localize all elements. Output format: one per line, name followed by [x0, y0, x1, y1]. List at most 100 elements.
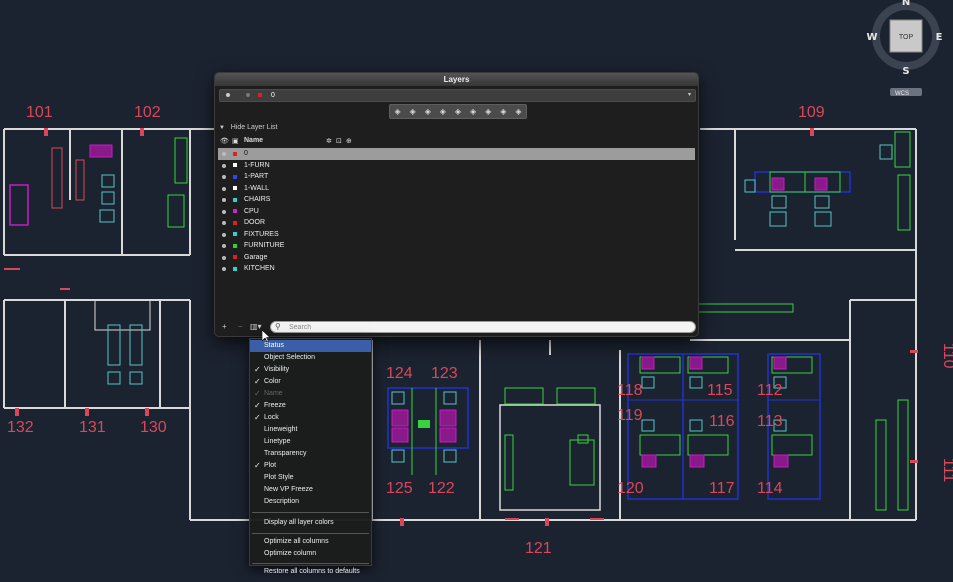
unisolate-icon[interactable]: ◈ — [483, 107, 493, 117]
layer-row[interactable]: FURNITURE — [218, 240, 695, 252]
compass-north[interactable]: N — [902, 0, 910, 8]
menu-item-lock[interactable]: ✓ Lock — [250, 412, 371, 424]
search-input[interactable] — [289, 322, 689, 332]
layer-row[interactable]: CPU — [218, 206, 695, 218]
layer-row[interactable]: KITCHEN — [218, 263, 695, 275]
layer-color-swatch[interactable] — [233, 186, 237, 190]
layer-color-swatch[interactable] — [233, 232, 237, 236]
layer-row[interactable]: FIXTURES — [218, 229, 695, 241]
layer-color-swatch[interactable] — [233, 174, 237, 179]
room-number-121: 121 — [525, 540, 552, 557]
set-current-icon[interactable]: ◈ — [438, 107, 448, 117]
layer-states-icon[interactable]: ◈ — [453, 107, 463, 117]
layer-name: 1-PART — [244, 173, 269, 180]
new-vp-frozen-icon[interactable]: ◈ — [408, 107, 418, 117]
menu-item-optimize-all-columns[interactable]: Optimize all columns — [250, 536, 371, 548]
menu-item-new-vp-freeze[interactable]: New VP Freeze — [250, 484, 371, 496]
menu-item-label: Restore all columns to defaults — [264, 568, 360, 575]
layer-name: 1-WALL — [244, 184, 270, 192]
menu-item-restore-defaults[interactable]: Restore all columns to defaults — [250, 566, 371, 578]
menu-item-lineweight[interactable]: Lineweight — [250, 424, 371, 436]
layer-row[interactable]: 1-PART — [218, 171, 695, 183]
layer-color-swatch — [258, 93, 262, 97]
color-column-icon[interactable]: ▣ — [232, 137, 239, 145]
layer-color-swatch[interactable] — [233, 151, 237, 156]
layer-row[interactable]: 0 — [218, 148, 695, 160]
compass-east[interactable]: E — [936, 32, 943, 43]
room-number-117: 117 — [709, 480, 735, 497]
checkmark-icon: ✓ — [254, 461, 261, 470]
layer-color-swatch[interactable] — [233, 209, 237, 213]
isolate-icon[interactable]: ◈ — [468, 107, 478, 117]
columns-menu-icon[interactable]: ▥▾ — [250, 322, 262, 332]
layer-color-swatch[interactable] — [233, 220, 237, 225]
menu-item-description[interactable]: Description — [250, 496, 371, 508]
menu-item-plot[interactable]: ✓ Plot — [250, 460, 371, 472]
room-number-114: 114 — [757, 480, 783, 497]
room-number-113: 113 — [757, 413, 783, 430]
walk-icon[interactable]: ◈ — [513, 107, 523, 117]
visibility-icon[interactable] — [222, 255, 226, 260]
layer-color-swatch[interactable] — [233, 197, 237, 202]
new-layer-icon[interactable]: ◈ — [393, 107, 403, 117]
visibility-icon[interactable] — [222, 152, 226, 156]
room-number-109: 109 — [798, 104, 825, 121]
freeze-column-icon[interactable]: ✲ — [326, 137, 332, 145]
menu-item-transparency[interactable]: Transparency — [250, 448, 371, 460]
remove-layer-button[interactable]: − — [238, 322, 243, 332]
menu-item-name[interactable]: ✓ Name — [250, 388, 371, 400]
visibility-icon[interactable] — [222, 163, 226, 168]
freeze-icon — [246, 93, 250, 97]
visibility-icon[interactable] — [222, 175, 226, 179]
menu-item-linetype[interactable]: Linetype — [250, 436, 371, 448]
lock-column-icon[interactable]: ⊡ — [336, 137, 342, 145]
visibility-icon[interactable] — [222, 221, 226, 225]
layer-row[interactable]: 1-WALL — [218, 183, 695, 195]
compass-south[interactable]: S — [902, 66, 909, 77]
visibility-icon — [226, 93, 230, 97]
checkmark-icon: ✓ — [254, 365, 261, 374]
current-layer-dropdown[interactable]: 0 ▾ — [219, 89, 696, 102]
room-number-102: 102 — [134, 104, 161, 121]
menu-item-visibility[interactable]: ✓ Visibility — [250, 364, 371, 376]
room-number-112: 112 — [757, 382, 783, 399]
menu-item-object-selection[interactable]: Object Selection — [250, 352, 371, 364]
menu-item-display-all-layer-colors[interactable]: Display all layer colors — [250, 517, 371, 529]
menu-item-freeze[interactable]: ✓ Freeze — [250, 400, 371, 412]
layer-row[interactable]: Garage — [218, 252, 695, 264]
menu-item-plot-style[interactable]: Plot Style — [250, 472, 371, 484]
layer-color-swatch[interactable] — [233, 266, 237, 271]
layer-row[interactable]: DOOR — [218, 217, 695, 229]
search-field[interactable]: ⚲ — [270, 321, 696, 333]
visibility-icon[interactable] — [222, 186, 226, 191]
menu-item-label: Transparency — [264, 450, 307, 457]
checkmark-icon: ✓ — [254, 377, 261, 386]
layer-color-swatch[interactable] — [233, 243, 237, 248]
visibility-icon[interactable] — [222, 267, 226, 271]
visibility-icon[interactable] — [222, 232, 226, 237]
visibility-icon[interactable] — [222, 198, 226, 202]
layer-row[interactable]: 1-FURN — [218, 160, 695, 172]
room-number-119: 119 — [617, 407, 643, 424]
menu-item-label: Display all layer colors — [264, 519, 334, 526]
layer-color-swatch[interactable] — [233, 163, 237, 167]
visibility-icon[interactable] — [222, 209, 226, 214]
compass-west[interactable]: W — [866, 32, 877, 43]
plot-column-icon[interactable]: ⊕ — [346, 137, 352, 145]
merge-icon[interactable]: ◈ — [498, 107, 508, 117]
add-layer-button[interactable]: + — [222, 322, 227, 332]
layer-name: CPU — [244, 207, 259, 215]
menu-item-label: Description — [264, 498, 300, 505]
wcs-menu[interactable]: WCS — [895, 91, 909, 97]
name-column-header[interactable]: Name — [244, 137, 263, 144]
layer-color-swatch[interactable] — [233, 255, 237, 259]
visibility-icon[interactable] — [222, 244, 226, 248]
hide-layer-list-toggle[interactable]: ▼ Hide Layer List — [219, 124, 278, 131]
layer-row[interactable]: CHAIRS — [218, 194, 695, 206]
menu-item-optimize-column[interactable]: Optimize column — [250, 548, 371, 560]
menu-item-label: New VP Freeze — [264, 486, 313, 493]
layer-name: FURNITURE — [244, 242, 285, 249]
menu-item-color[interactable]: ✓ Color — [250, 376, 371, 388]
visibility-column-icon[interactable]: 👁 — [220, 137, 229, 145]
delete-layer-icon[interactable]: ◈ — [423, 107, 433, 117]
